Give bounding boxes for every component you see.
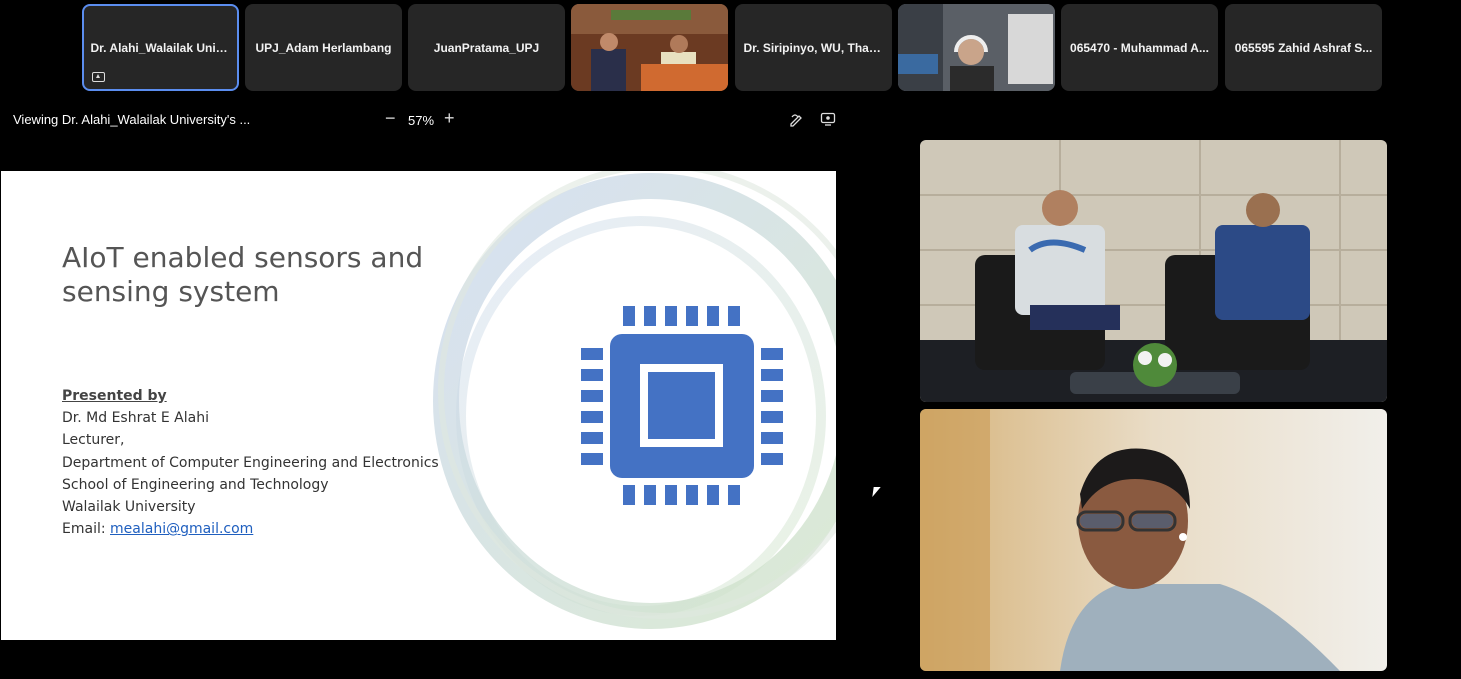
presenter-email-line: Email: mealahi@gmail.com — [62, 518, 439, 540]
participant-video-thumbnail — [571, 4, 728, 91]
email-link[interactable]: mealahi@gmail.com — [110, 521, 253, 537]
presenter-info: Presented by Dr. Md Eshrat E Alahi Lectu… — [62, 385, 439, 540]
chip-icon — [581, 306, 783, 505]
shared-slide: AIoT enabled sensors and sensing system … — [1, 171, 836, 640]
email-label: Email: — [62, 521, 111, 538]
zoom-out-button[interactable]: − — [385, 108, 396, 129]
viewing-label: Viewing Dr. Alahi_Walailak University's … — [13, 112, 251, 127]
participant-tile-juan[interactable]: JuanPratama_UPJ — [408, 4, 565, 91]
participant-name: JuanPratama_UPJ — [433, 40, 540, 55]
participant-name: 065595 Zahid Ashraf S... — [1234, 40, 1373, 55]
participant-tile-muhammad[interactable]: 065470 - Muhammad A... — [1061, 4, 1218, 91]
participant-tile-webcam-video[interactable] — [898, 4, 1055, 91]
participant-video-feed — [920, 409, 1387, 671]
video-panel-speaker[interactable] — [920, 409, 1387, 671]
participant-name: Dr. Siripinyo, WU, Thail... — [743, 40, 884, 55]
video-panel-conference-room[interactable] — [920, 140, 1387, 402]
presenter-role: Lecturer, — [62, 432, 125, 449]
presenter-name: Dr. Md Eshrat E Alahi — [62, 410, 209, 427]
zoom-in-button[interactable]: + — [444, 108, 455, 129]
participant-video-thumbnail — [898, 4, 1055, 91]
annotate-icon[interactable] — [789, 111, 805, 127]
share-screen-icon[interactable] — [820, 111, 836, 127]
participant-tile-adam[interactable]: UPJ_Adam Herlambang — [245, 4, 402, 91]
participant-tile-siripinyo[interactable]: Dr. Siripinyo, WU, Thail... — [735, 4, 892, 91]
participant-tile-alahi[interactable]: Dr. Alahi_Walailak Univ... — [82, 4, 239, 91]
presented-by-heading: Presented by — [62, 388, 167, 404]
participant-video-feed — [920, 140, 1387, 402]
zoom-level: 57% — [408, 113, 435, 128]
mouse-cursor-icon — [872, 487, 881, 497]
participant-tile-zahid[interactable]: 065595 Zahid Ashraf S... — [1225, 4, 1382, 91]
presenter-school: School of Engineering and Technology — [62, 476, 329, 493]
participant-name: UPJ_Adam Herlambang — [255, 40, 392, 55]
presenter-department: Department of Computer Engineering and E… — [62, 454, 439, 471]
screen-share-icon — [92, 72, 105, 82]
presenter-university: Walailak University — [62, 499, 196, 516]
slide-title: AIoT enabled sensors and sensing system — [62, 241, 424, 308]
participant-name: Dr. Alahi_Walailak Univ... — [90, 40, 231, 55]
participant-tile-panel-video[interactable] — [571, 4, 728, 91]
participant-name: 065470 - Muhammad A... — [1070, 40, 1209, 55]
